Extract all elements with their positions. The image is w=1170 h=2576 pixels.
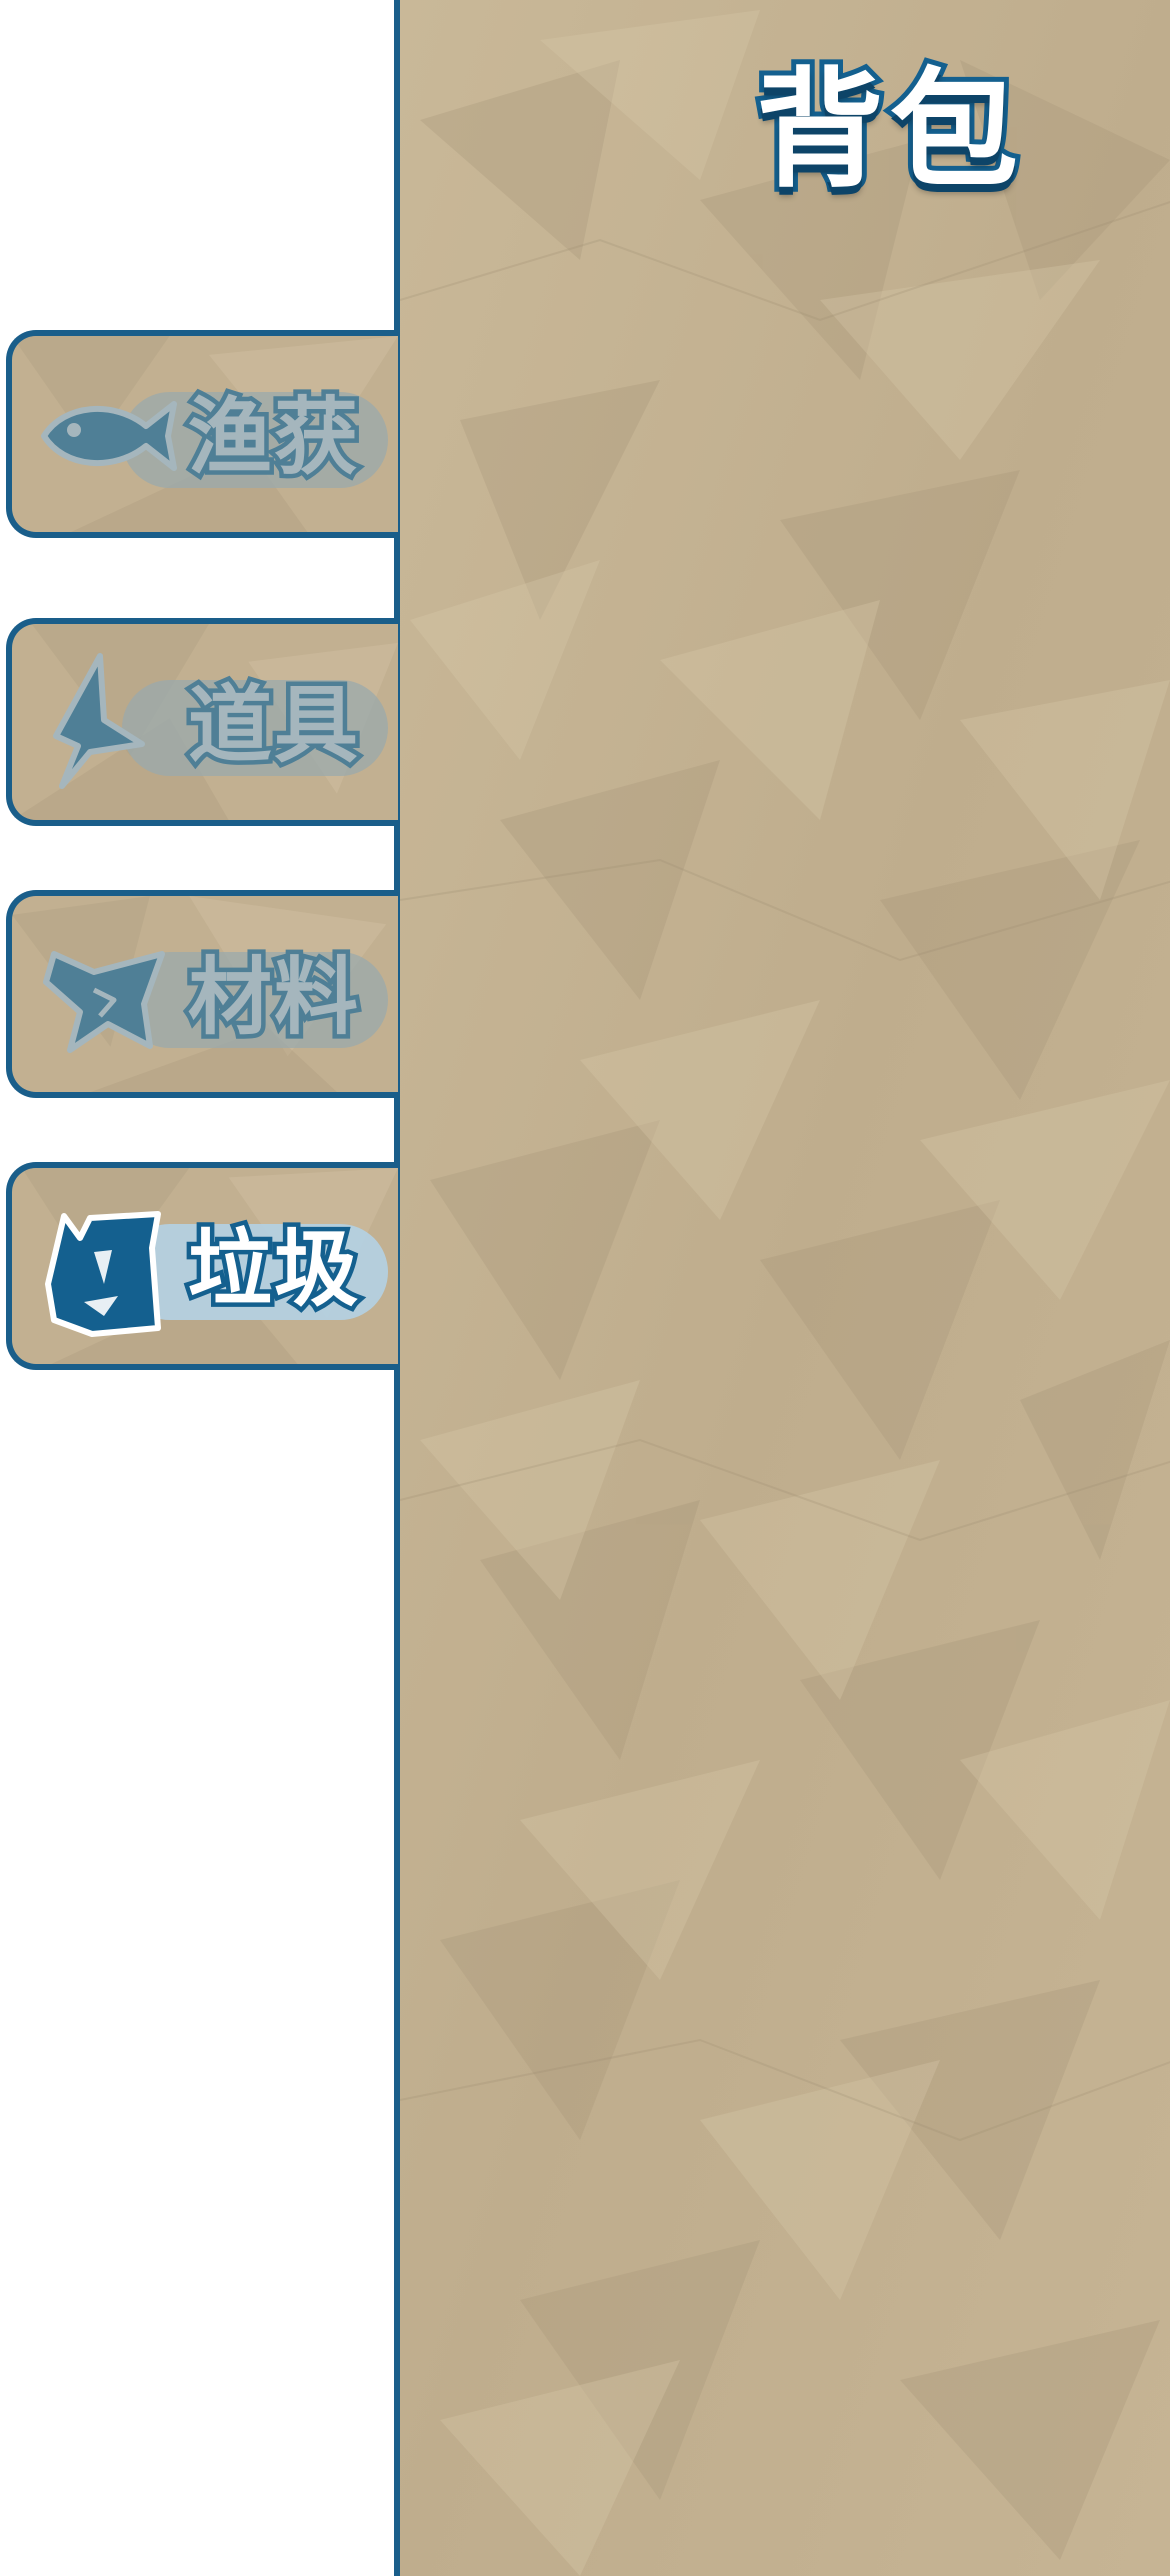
trash-bag-icon bbox=[45, 1211, 161, 1337]
inventory-panel bbox=[394, 0, 1170, 2576]
lightning-bolt-icon bbox=[53, 653, 145, 789]
tab-trash[interactable]: 垃圾 bbox=[6, 1162, 398, 1370]
fish-icon bbox=[41, 401, 177, 471]
tab-label: 道具 bbox=[183, 672, 362, 779]
tab-catch[interactable]: 渔获 bbox=[6, 330, 398, 538]
star-fragment-icon bbox=[43, 951, 165, 1053]
paper-texture bbox=[400, 0, 1170, 2576]
page-title: 背包 bbox=[751, 51, 1024, 210]
tab-label: 垃圾 bbox=[183, 1216, 362, 1323]
tab-items[interactable]: 道具 bbox=[6, 618, 398, 826]
tab-label: 渔获 bbox=[183, 384, 362, 491]
tab-materials[interactable]: 材料 bbox=[6, 890, 398, 1098]
tab-label: 材料 bbox=[183, 944, 362, 1051]
backpack-screen: 背包 渔获 道具 材料 垃圾 bbox=[0, 0, 1170, 2576]
